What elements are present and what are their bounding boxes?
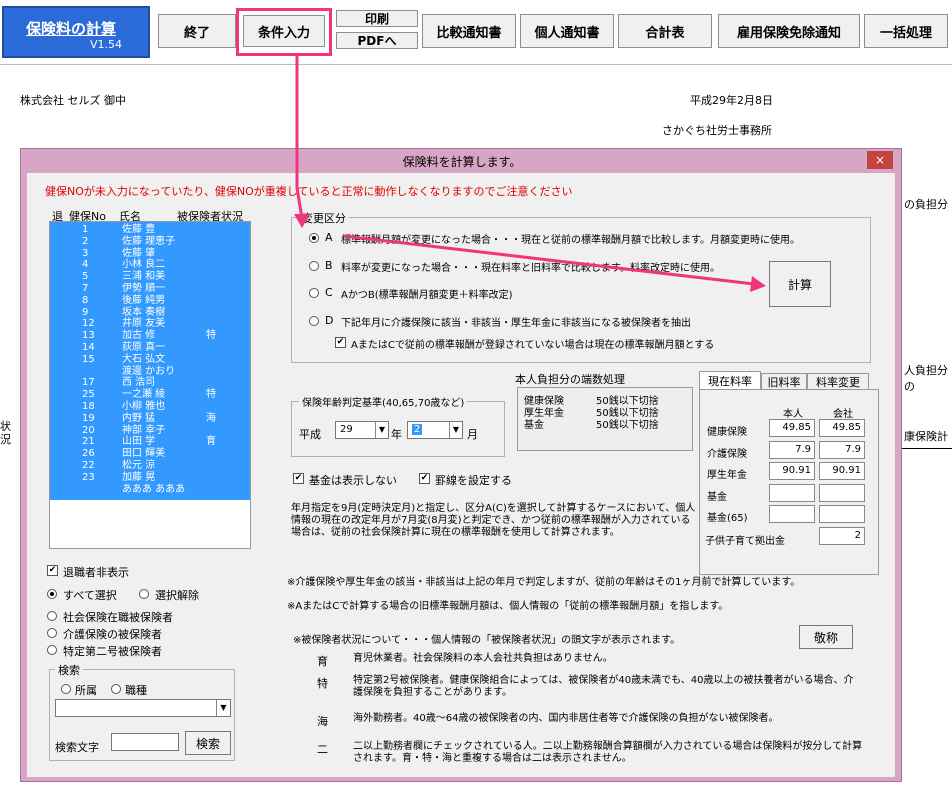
- app-window: 保険料の計算 V1.54 終了 条件入力 印刷 PDFへ 比較通知書 個人通知書…: [0, 0, 952, 801]
- annotation-arrow: [294, 56, 766, 292]
